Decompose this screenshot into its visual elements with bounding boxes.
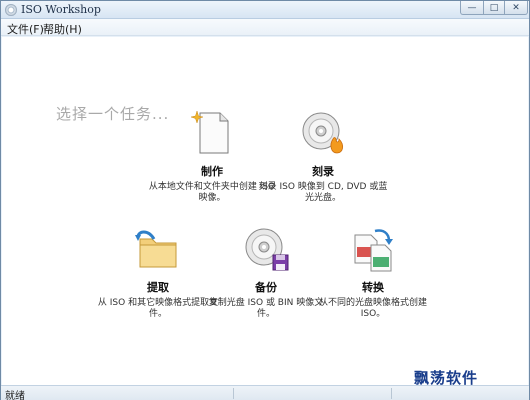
task-convert-desc: 从不同的光盘映像格式创建 ISO。 xyxy=(318,298,427,319)
disc-backup-icon xyxy=(242,225,290,273)
document-new-icon xyxy=(188,109,236,157)
convert-icon xyxy=(349,225,397,273)
task-burn[interactable]: 刻录 刻录 ISO 映像到 CD, DVD 或蓝光光盘。 xyxy=(258,109,388,204)
folder-extract-icon xyxy=(134,225,182,273)
task-convert-title: 转换 xyxy=(362,281,384,294)
menu-file[interactable]: 文件(F) xyxy=(5,20,46,38)
task-burn-title: 刻录 xyxy=(312,165,334,178)
status-divider xyxy=(391,388,392,399)
task-burn-desc: 刻录 ISO 映像到 CD, DVD 或蓝光光盘。 xyxy=(258,182,388,203)
close-button[interactable]: ✕ xyxy=(504,1,528,15)
maximize-button[interactable]: □ xyxy=(483,1,505,15)
status-divider xyxy=(233,388,234,399)
maximize-icon: □ xyxy=(489,2,499,13)
title-bar: ISO Workshop — □ ✕ xyxy=(1,1,529,19)
status-bar: 就绪 xyxy=(1,385,529,400)
menu-help[interactable]: 帮助(H) xyxy=(41,20,84,38)
close-icon: ✕ xyxy=(512,2,520,13)
task-convert[interactable]: 转换 从不同的光盘映像格式创建 ISO。 xyxy=(308,225,438,320)
window-title: ISO Workshop xyxy=(21,3,101,16)
minimize-icon: — xyxy=(467,2,477,13)
status-text: 就绪 xyxy=(5,391,25,400)
menu-bar: 文件(F) 帮助(H) xyxy=(1,19,529,36)
app-window: ISO Workshop — □ ✕ 文件(F) 帮助(H) 选择一个任务... xyxy=(0,0,530,400)
task-panel: 选择一个任务... 制作 从本地文件和文件夹中创建 ISO 映像。 刻录 刻录 … xyxy=(2,37,528,387)
app-disc-icon xyxy=(5,4,17,16)
disc-burn-icon xyxy=(299,109,347,157)
minimize-button[interactable]: — xyxy=(460,1,484,15)
